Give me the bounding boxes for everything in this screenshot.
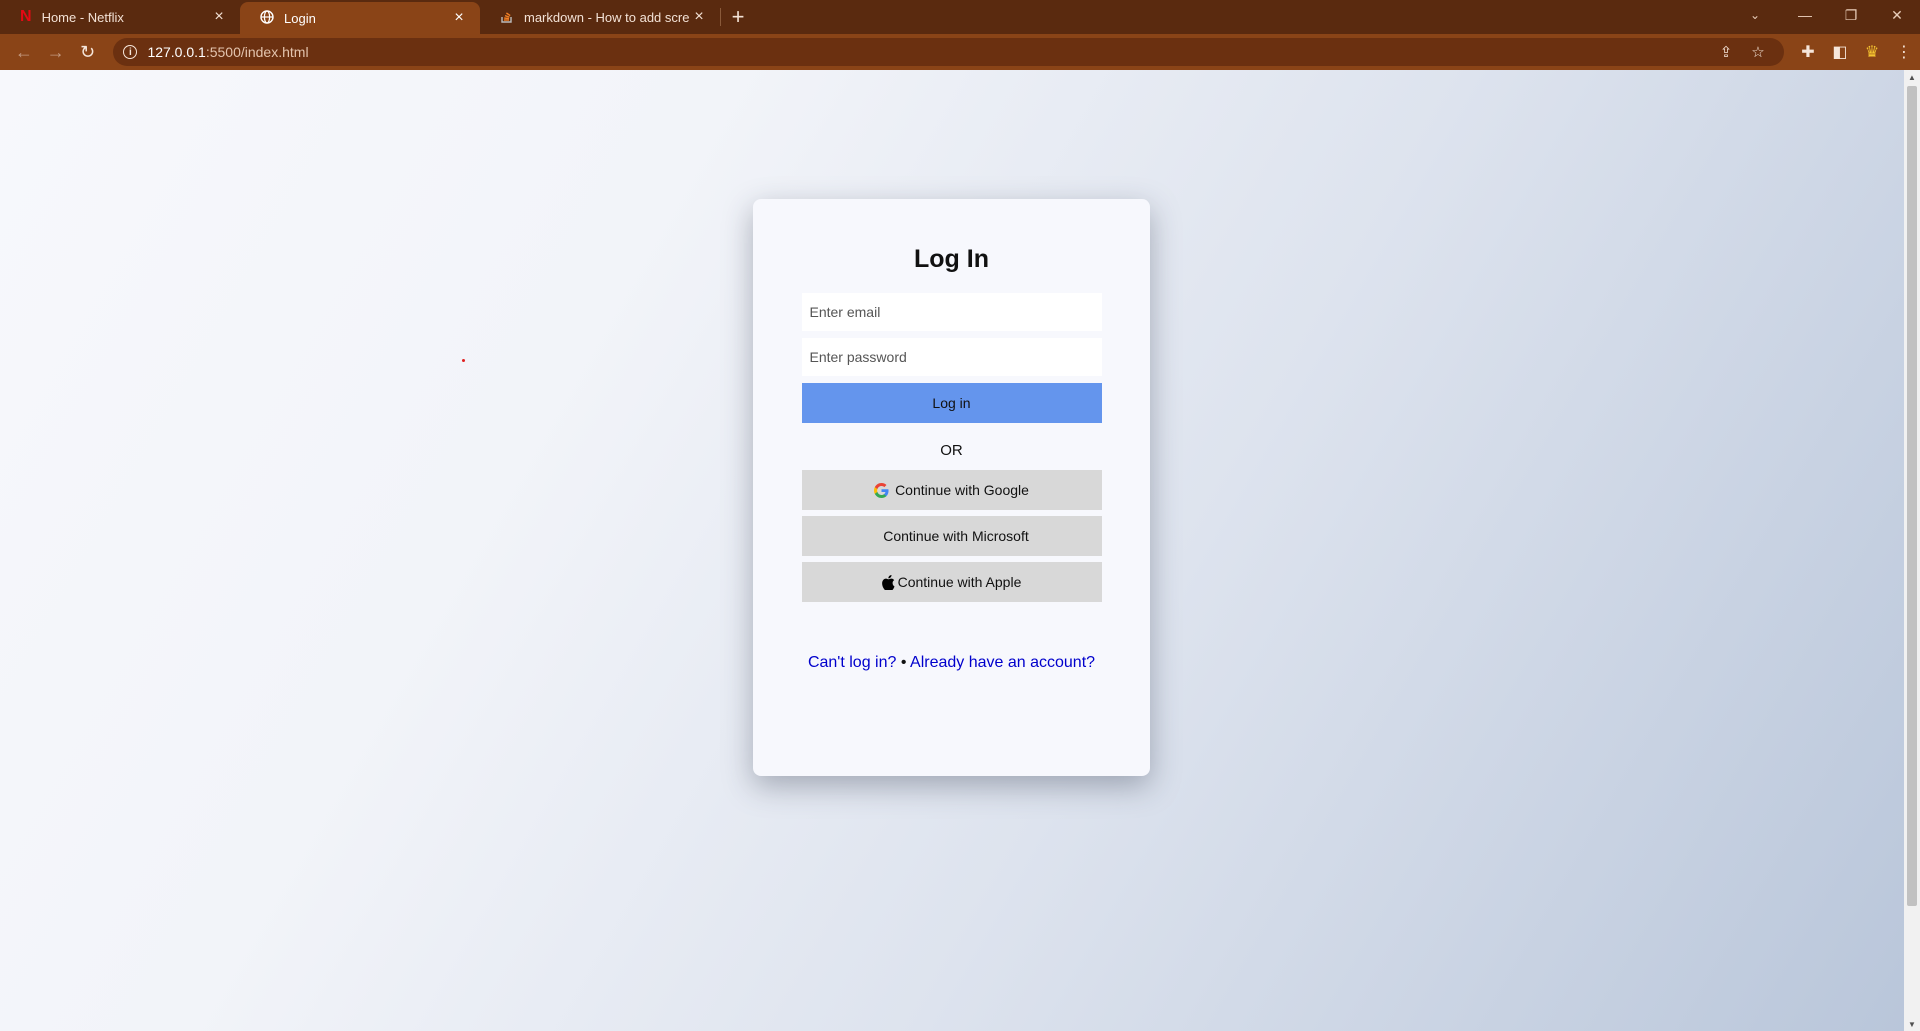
google-icon — [874, 482, 889, 498]
reload-button[interactable]: ↻ — [72, 36, 104, 68]
tab-label: Home - Netflix — [41, 9, 124, 25]
window-controls: — ❐ ✕ — [1782, 0, 1920, 30]
scroll-down-arrow-icon[interactable]: ▼ — [1904, 1017, 1920, 1031]
browser-toolbar: ← → ↻ i 127.0.0.1:5500/index.html ⇪ ☆ ✚ … — [0, 34, 1920, 70]
login-card: Log In Log in OR Continue with Google Co… — [753, 199, 1150, 776]
apple-icon — [881, 574, 895, 590]
already-have-account-link[interactable]: Already have an account? — [910, 654, 1095, 671]
email-field[interactable] — [801, 293, 1102, 331]
close-window-button[interactable]: ✕ — [1874, 0, 1920, 30]
info-icon[interactable]: i — [123, 45, 138, 59]
help-links: Can't log in? • Already have an account? — [808, 654, 1095, 672]
globe-icon — [260, 9, 274, 27]
page-scrollbar[interactable]: ▲ ▼ — [1904, 70, 1920, 1031]
or-divider-text: OR — [940, 442, 963, 459]
scroll-up-arrow-icon[interactable]: ▲ — [1904, 70, 1920, 84]
tab-label: Login — [284, 10, 316, 26]
netflix-icon: N — [20, 8, 32, 25]
share-icon[interactable]: ⇪ — [1710, 43, 1742, 61]
cant-login-link[interactable]: Can't log in? — [808, 654, 896, 671]
page-title: Log In — [914, 245, 989, 273]
url-path: :5500/index.html — [205, 44, 309, 60]
tab-login[interactable]: Login × — [240, 2, 480, 34]
login-button[interactable]: Log in — [801, 383, 1102, 423]
close-icon[interactable]: × — [690, 8, 708, 26]
apple-signin-button[interactable]: Continue with Apple — [801, 562, 1102, 602]
menu-kebab-icon[interactable]: ⋮ — [1888, 36, 1920, 68]
new-tab-button[interactable]: + — [721, 0, 755, 34]
cursor-dot — [462, 359, 465, 362]
crown-icon[interactable]: ♛ — [1856, 36, 1888, 68]
bookmark-star-icon[interactable]: ☆ — [1742, 43, 1774, 61]
forward-button[interactable]: → — [40, 36, 72, 68]
password-field[interactable] — [801, 338, 1102, 376]
link-separator: • — [900, 654, 907, 671]
chevron-down-icon[interactable]: ⌄ — [1740, 0, 1770, 30]
close-icon[interactable]: × — [210, 8, 228, 26]
tab-strip: N Home - Netflix × Login × markdown - Ho… — [0, 0, 1920, 34]
microsoft-signin-button[interactable]: Continue with Microsoft — [801, 516, 1102, 556]
microsoft-button-label: Continue with Microsoft — [883, 528, 1029, 544]
back-button[interactable]: ← — [8, 36, 40, 68]
tab-netflix[interactable]: N Home - Netflix × — [0, 0, 240, 34]
scrollbar-thumb[interactable] — [1907, 86, 1917, 906]
stackoverflow-icon — [500, 9, 514, 26]
close-icon[interactable]: × — [450, 9, 468, 27]
tab-label: markdown - How to add screens — [524, 9, 690, 25]
restore-button[interactable]: ❐ — [1828, 0, 1874, 30]
extensions-icon[interactable]: ✚ — [1792, 36, 1824, 68]
minimize-button[interactable]: — — [1782, 0, 1828, 30]
google-button-label: Continue with Google — [895, 482, 1029, 498]
page-viewport: Log In Log in OR Continue with Google Co… — [0, 70, 1904, 1031]
url-host: 127.0.0.1 — [147, 44, 206, 60]
google-signin-button[interactable]: Continue with Google — [801, 470, 1102, 510]
apple-button-label: Continue with Apple — [897, 574, 1022, 590]
address-bar[interactable]: i 127.0.0.1:5500/index.html ⇪ ☆ — [113, 38, 1784, 66]
side-panel-icon[interactable]: ◧ — [1824, 36, 1856, 68]
tab-markdown[interactable]: markdown - How to add screens × — [480, 0, 720, 34]
